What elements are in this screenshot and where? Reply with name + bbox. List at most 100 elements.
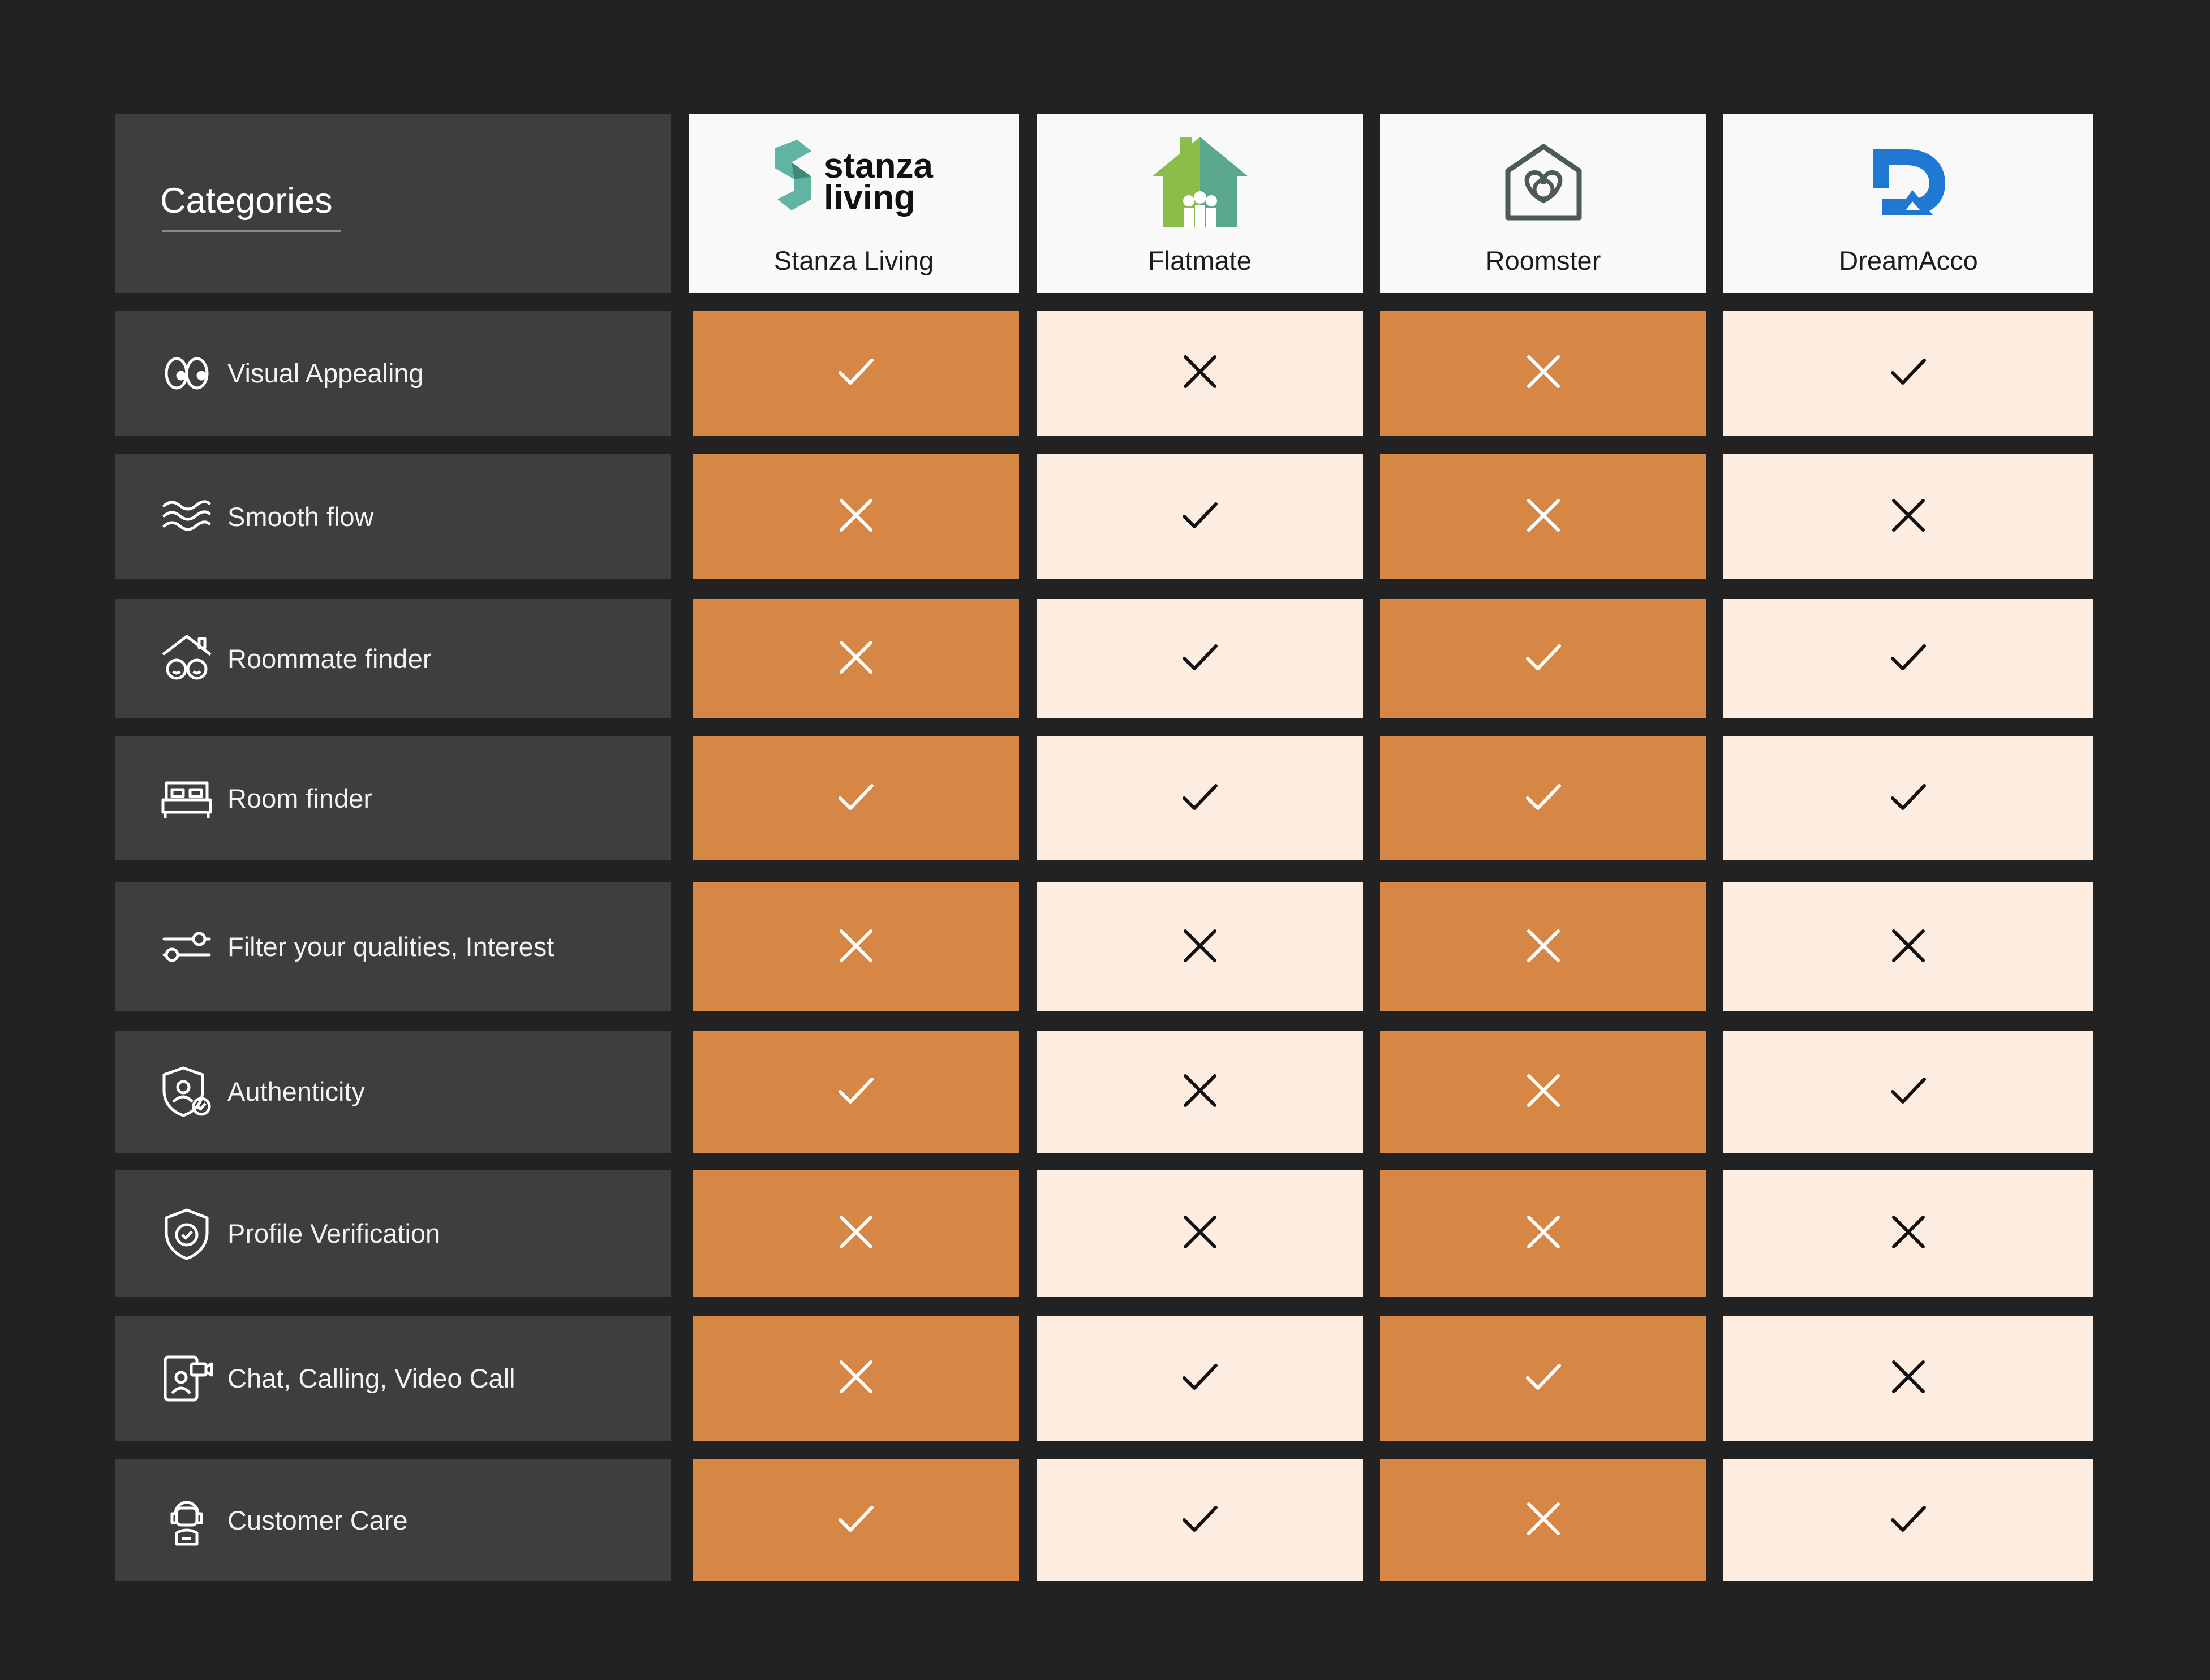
video-call-icon (160, 1351, 214, 1406)
cell-flatmate (1037, 882, 1363, 1011)
check-icon (1888, 1498, 1929, 1542)
brand-name: Flatmate (1148, 245, 1252, 275)
check-icon (1180, 1498, 1220, 1542)
cell-flatmate (1037, 311, 1363, 436)
category-label: Visual Appealing (227, 357, 424, 388)
brand-name: Roomster (1485, 245, 1601, 275)
bed-icon (160, 772, 214, 826)
cell-dreamacco (1723, 1316, 2093, 1441)
brand-name: DreamAcco (1839, 245, 1978, 275)
stanza-living-logo: stanza living (689, 132, 1019, 232)
cross-icon (1888, 495, 1929, 539)
cell-dreamacco (1723, 736, 2093, 860)
cell-dreamacco (1723, 454, 2093, 579)
cross-icon (836, 495, 876, 539)
cell-stanza-living (693, 882, 1019, 1011)
stanza-logo-text-2: living (824, 178, 915, 217)
cross-icon (836, 1356, 876, 1400)
cell-flatmate (1037, 1170, 1363, 1297)
cross-icon (1523, 925, 1564, 969)
cell-roomster (1380, 1170, 1706, 1297)
category-label: Room finder (227, 783, 372, 813)
cross-icon (1523, 1498, 1564, 1542)
category-label: Profile Verification (227, 1218, 441, 1248)
category-row: Customer Care (115, 1459, 671, 1581)
cross-icon (1180, 925, 1220, 969)
cross-icon (1180, 1070, 1220, 1114)
category-label: Customer Care (227, 1505, 408, 1535)
cell-flatmate (1037, 1459, 1363, 1581)
check-icon (1888, 1070, 1929, 1114)
cross-icon (1888, 1212, 1929, 1255)
brand-header-stanza-living: stanza living Stanza Living (689, 114, 1019, 293)
cell-stanza-living (693, 311, 1019, 436)
cell-dreamacco (1723, 882, 2093, 1011)
cell-flatmate (1037, 1316, 1363, 1441)
check-icon (1180, 495, 1220, 539)
cell-stanza-living (693, 736, 1019, 860)
category-row: Roommate finder (115, 599, 671, 718)
check-icon (1180, 637, 1220, 680)
filter-sliders-icon (160, 920, 214, 974)
brand-header-flatmate: Flatmate (1037, 114, 1363, 293)
check-icon (1523, 1356, 1564, 1400)
cell-dreamacco (1723, 311, 2093, 436)
cell-stanza-living (693, 1316, 1019, 1441)
category-label: Smooth flow (227, 501, 374, 532)
check-icon (1888, 637, 1929, 680)
check-icon (1180, 1356, 1220, 1400)
category-row: Chat, Calling, Video Call (115, 1316, 671, 1441)
category-label: Chat, Calling, Video Call (227, 1363, 515, 1393)
cell-dreamacco (1723, 1031, 2093, 1153)
check-icon (1888, 351, 1929, 395)
cell-roomster (1380, 311, 1706, 436)
cross-icon (1888, 925, 1929, 969)
category-label: Authenticity (227, 1076, 365, 1106)
cell-roomster (1380, 1031, 1706, 1153)
check-icon (836, 351, 876, 395)
cell-stanza-living (693, 1170, 1019, 1297)
category-row: Room finder (115, 736, 671, 860)
brand-name: Stanza Living (773, 245, 934, 275)
check-icon (1888, 777, 1929, 820)
category-row: Authenticity (115, 1031, 671, 1153)
categories-title: Categories (160, 181, 333, 221)
categories-header: Categories (115, 114, 671, 293)
check-icon (1523, 777, 1564, 820)
shield-check-icon (160, 1207, 214, 1261)
cell-stanza-living (693, 1459, 1019, 1581)
headset-agent-icon (160, 1493, 214, 1548)
flatmate-house-logo (1037, 132, 1363, 232)
check-icon (836, 1498, 876, 1542)
cross-icon (1523, 1070, 1564, 1114)
dreamacco-logo (1723, 132, 2093, 232)
cross-icon (1180, 1212, 1220, 1255)
cell-roomster (1380, 882, 1706, 1011)
cell-roomster (1380, 599, 1706, 718)
category-row: Visual Appealing (115, 311, 671, 436)
cell-dreamacco (1723, 599, 2093, 718)
roommates-house-icon (160, 632, 214, 686)
cross-icon (836, 637, 876, 680)
cell-roomster (1380, 1316, 1706, 1441)
category-label: Filter your qualities, Interest (227, 932, 554, 962)
waves-icon (160, 490, 214, 544)
cell-dreamacco (1723, 1459, 2093, 1581)
category-row: Filter your qualities, Interest (115, 882, 671, 1011)
roomster-logo (1380, 132, 1706, 232)
cell-stanza-living (693, 1031, 1019, 1153)
category-row: Smooth flow (115, 454, 671, 579)
check-icon (836, 1070, 876, 1114)
cross-icon (1180, 351, 1220, 395)
cell-roomster (1380, 1459, 1706, 1581)
cell-roomster (1380, 736, 1706, 860)
brand-header-roomster: Roomster (1380, 114, 1706, 293)
cell-stanza-living (693, 454, 1019, 579)
check-icon (1523, 637, 1564, 680)
cross-icon (1523, 351, 1564, 395)
category-label: Roommate finder (227, 643, 432, 674)
check-icon (836, 777, 876, 820)
cell-flatmate (1037, 736, 1363, 860)
cross-icon (1888, 1356, 1929, 1400)
cross-icon (836, 925, 876, 969)
